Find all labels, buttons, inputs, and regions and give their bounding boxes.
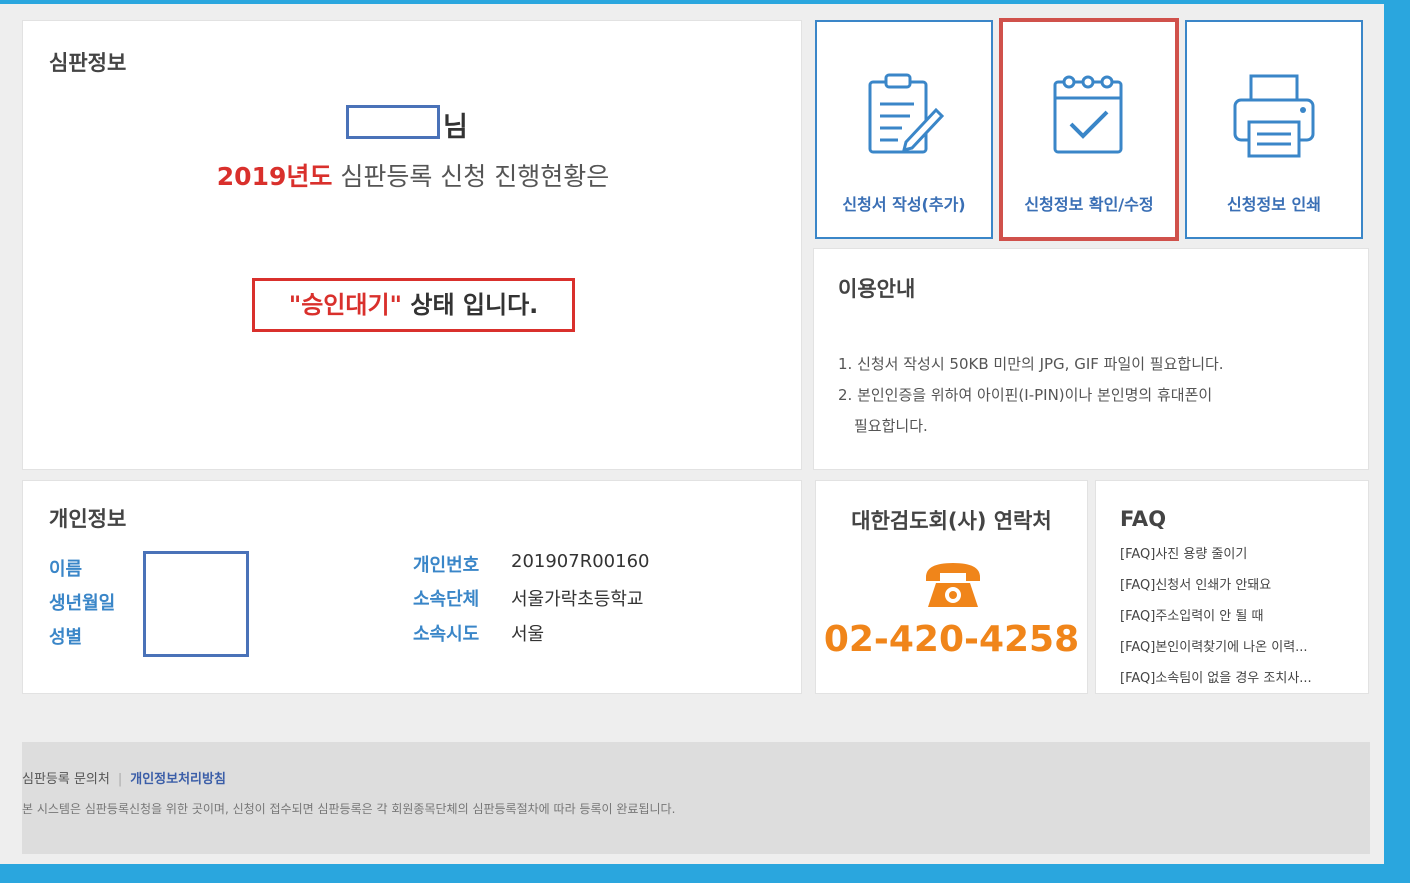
approval-status-suffix: 상태 입니다.	[402, 291, 539, 319]
faq-item[interactable]: [FAQ]주소입력이 안 될 때	[1120, 605, 1263, 624]
footer-separator: |	[117, 772, 123, 787]
usage-guide-title: 이용안내	[838, 277, 916, 301]
tile-application-review-label: 신청정보 확인/수정	[1024, 195, 1154, 214]
tile-application-write-label: 신청서 작성(추가)	[842, 195, 966, 214]
contact-phone-number[interactable]: 02-420-4258	[816, 619, 1087, 660]
faq-panel: FAQ [FAQ]사진 용량 줄이기 [FAQ]신청서 인쇄가 안돼요 [FAQ…	[1095, 480, 1369, 694]
footer-inquiry-link[interactable]: 심판등록 문의처	[22, 772, 110, 787]
clipboard-edit-icon	[868, 73, 945, 154]
contact-panel: 대한검도회(사) 연락처 02-420-4258	[815, 480, 1088, 694]
photo-redaction-box	[143, 551, 249, 657]
calendar-check-icon	[1053, 75, 1123, 154]
label-gender: 성별	[49, 627, 83, 648]
faq-item[interactable]: [FAQ]사진 용량 줄이기	[1120, 543, 1247, 562]
usage-guide-item: 필요합니다.	[854, 417, 928, 435]
usage-guide-panel: 이용안내 1. 신청서 작성시 50KB 미만의 JPG, GIF 파일이 필요…	[813, 248, 1369, 470]
footer: 심판등록 문의처 | 개인정보처리방침 본 시스템은 심판등록신청을 위한 곳이며,…	[22, 742, 1370, 854]
footer-note: 본 시스템은 심판등록신청을 위한 곳이며, 신청이 접수되면 심판등록은 각 …	[22, 802, 676, 816]
faq-item[interactable]: [FAQ]본인이력찾기에 나온 이력...	[1120, 636, 1308, 655]
tile-application-write[interactable]: 신청서 작성(추가)	[815, 20, 993, 239]
footer-privacy-policy-link[interactable]: 개인정보처리방침	[130, 772, 226, 787]
usage-guide-list: 1. 신청서 작성시 50KB 미만의 JPG, GIF 파일이 필요합니다. …	[838, 349, 1308, 442]
tile-application-print-label: 신청정보 인쇄	[1227, 195, 1321, 214]
approval-status-value: "승인대기"	[288, 291, 403, 319]
judgment-info-panel: 심판정보 님 2019년도 심판등록 신청 진행현황은 "승인대기" 상태 입니…	[22, 20, 802, 470]
judgment-info-title: 심판정보	[49, 51, 127, 75]
faq-item[interactable]: [FAQ]신청서 인쇄가 안돼요	[1120, 574, 1271, 593]
printer-icon	[1233, 74, 1315, 158]
label-name: 이름	[49, 559, 83, 580]
label-affiliation: 소속단체	[413, 589, 480, 610]
value-personal-number: 201907R00160	[511, 551, 650, 572]
usage-guide-item: 1. 신청서 작성시 50KB 미만의 JPG, GIF 파일이 필요합니다.	[838, 355, 1224, 373]
contact-title: 대한검도회(사) 연락처	[851, 509, 1052, 533]
name-redaction-box	[346, 105, 440, 139]
faq-title: FAQ	[1120, 507, 1167, 531]
status-year: 2019년도	[216, 162, 333, 191]
tile-application-review[interactable]: 신청정보 확인/수정	[999, 18, 1179, 241]
personal-info-panel: 개인정보 이름 생년월일 성별 개인번호 소속단체 소속시도 201907R00…	[22, 480, 802, 694]
tile-application-print[interactable]: 신청정보 인쇄	[1185, 20, 1363, 239]
footer-links: 심판등록 문의처 | 개인정보처리방침	[22, 768, 226, 787]
faq-item[interactable]: [FAQ]소속팀이 없을 경우 조치사...	[1120, 667, 1312, 686]
value-region: 서울	[511, 624, 545, 645]
usage-guide-item: 2. 본인인증을 위하여 아이핀(I-PIN)이나 본인명의 휴대폰이	[838, 386, 1213, 404]
status-intro-text: 심판등록 신청 진행현황은	[332, 162, 610, 191]
status-intro: 2019년도 심판등록 신청 진행현황은	[23, 157, 803, 193]
name-suffix: 님	[443, 112, 468, 143]
approval-status-box: "승인대기" 상태 입니다.	[252, 278, 575, 332]
value-affiliation: 서울가락초등학교	[511, 589, 644, 610]
label-region: 소속시도	[413, 624, 480, 645]
label-birthdate: 생년월일	[49, 593, 116, 614]
label-personal-number: 개인번호	[413, 555, 480, 576]
personal-info-title: 개인정보	[49, 507, 127, 531]
phone-icon	[926, 563, 980, 607]
page-frame: 심판정보 님 2019년도 심판등록 신청 진행현황은 "승인대기" 상태 입니…	[0, 4, 1384, 864]
